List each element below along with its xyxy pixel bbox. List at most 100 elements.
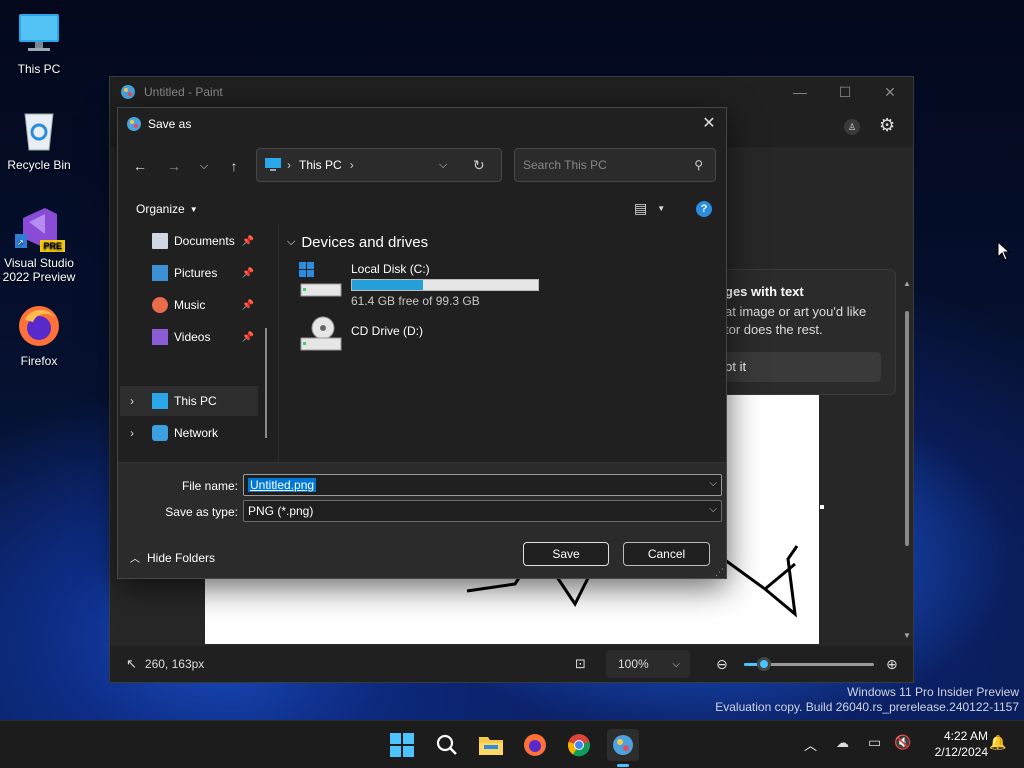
- desktop-icon-recycle-bin[interactable]: Recycle Bin: [1, 106, 77, 172]
- up-arrow-icon[interactable]: ↑: [220, 154, 248, 178]
- sidebar-item-label: Music: [174, 298, 206, 312]
- taskbar: ︿ ☁ ▭ 🔇 4:22 AM 2/12/2024 🔔: [0, 720, 1024, 768]
- close-button[interactable]: ✕: [867, 77, 913, 107]
- paint-taskbar-button[interactable]: [607, 729, 639, 767]
- cd-drive-icon: [300, 316, 342, 351]
- fit-to-window-icon[interactable]: ⊡: [575, 656, 586, 672]
- active-app-indicator: [617, 764, 629, 767]
- cursor-position: 260, 163px: [144, 657, 205, 671]
- clock[interactable]: 4:22 AM 2/12/2024: [918, 728, 988, 760]
- file-name-label: File name:: [181, 479, 238, 493]
- clock-date: 2/12/2024: [934, 745, 988, 759]
- refresh-icon[interactable]: ↻: [473, 157, 485, 174]
- maximize-button[interactable]: ☐: [822, 77, 868, 107]
- notification-bell-icon[interactable]: 🔔: [989, 734, 1006, 751]
- mouse-cursor-icon: [997, 241, 1011, 261]
- file-name-value: Untitled.png: [248, 478, 317, 492]
- pin-icon[interactable]: 📌: [242, 300, 254, 311]
- onedrive-icon[interactable]: ☁: [836, 735, 849, 751]
- sidebar-item-network[interactable]: › Network: [120, 418, 258, 448]
- zoom-slider[interactable]: [744, 657, 874, 671]
- breadcrumb-this-pc[interactable]: This PC: [299, 158, 342, 172]
- clock-time: 4:22 AM: [943, 729, 988, 743]
- sidebar-item-videos[interactable]: Videos 📌: [152, 322, 256, 352]
- pin-icon[interactable]: 📌: [242, 236, 254, 247]
- drive-cd-drive-d[interactable]: CD Drive (D:): [299, 316, 549, 360]
- forward-arrow-icon[interactable]: →: [160, 154, 188, 178]
- help-icon[interactable]: ?: [696, 201, 712, 217]
- save-options-panel: File name: Untitled.png ⌵ Save as type: …: [118, 462, 726, 578]
- zoom-slider-thumb[interactable]: [756, 657, 771, 671]
- tip-title: ges with text: [725, 284, 804, 299]
- desktop-icon-firefox[interactable]: Firefox: [1, 302, 77, 368]
- desktop-icon-visual-studio[interactable]: ↗ PRE Visual Studio 2022 Preview: [1, 204, 77, 284]
- chevron-down-icon: ⌵: [672, 658, 680, 670]
- music-icon: [152, 297, 168, 313]
- recent-locations-chevron-icon[interactable]: ⌵: [190, 154, 218, 178]
- desktop-icon-this-pc[interactable]: This PC: [1, 10, 77, 76]
- search-input[interactable]: Search This PC ⚲: [514, 148, 716, 182]
- close-icon[interactable]: ✕: [692, 108, 726, 138]
- vertical-scrollbar[interactable]: ▲ ▼: [903, 279, 911, 642]
- hide-folders-button[interactable]: ︿ Hide Folders: [130, 550, 216, 566]
- sidebar-item-documents[interactable]: Documents 📌: [152, 226, 256, 256]
- file-explorer-button[interactable]: [475, 729, 507, 761]
- account-icon[interactable]: ♙: [844, 119, 860, 135]
- navigation-pane-scrollbar[interactable]: [265, 328, 267, 438]
- windows-logo-icon: [390, 733, 414, 757]
- sidebar-item-pictures[interactable]: Pictures 📌: [152, 258, 256, 288]
- settings-gear-icon[interactable]: ⚙: [879, 115, 895, 136]
- search-button[interactable]: [431, 729, 463, 761]
- network-status-icon[interactable]: ▭: [868, 734, 881, 751]
- minimize-button[interactable]: —: [777, 77, 823, 107]
- zoom-value: 100%: [618, 657, 649, 671]
- preview-badge: PRE: [40, 240, 65, 252]
- canvas-resize-handle[interactable]: [820, 505, 824, 509]
- expand-chevron-icon[interactable]: ›: [130, 394, 144, 408]
- search-icon: [436, 734, 457, 755]
- this-pc-icon: [15, 10, 63, 58]
- resize-grip-icon[interactable]: ⋰: [715, 567, 724, 578]
- dialog-title: Save as: [148, 117, 192, 131]
- pin-icon[interactable]: 📌: [242, 332, 254, 343]
- firefox-taskbar-button[interactable]: [519, 729, 551, 761]
- address-bar[interactable]: › This PC › ⌵ ↻: [256, 148, 502, 182]
- view-grid-icon: ▤: [634, 200, 648, 216]
- pictures-icon: [152, 265, 168, 281]
- pin-icon[interactable]: 📌: [242, 268, 254, 279]
- paint-app-icon: [121, 85, 135, 99]
- zoom-dropdown[interactable]: 100% ⌵: [606, 650, 690, 678]
- hide-folders-label: Hide Folders: [147, 550, 216, 565]
- sidebar-item-this-pc[interactable]: › This PC: [120, 386, 258, 416]
- chevron-down-icon[interactable]: ⌵: [709, 478, 717, 489]
- address-history-chevron-icon[interactable]: ⌵: [439, 159, 447, 172]
- chrome-taskbar-button[interactable]: [563, 729, 595, 761]
- scroll-up-arrow-icon[interactable]: ▲: [903, 279, 911, 288]
- chrome-icon: [567, 734, 591, 757]
- dialog-title-bar[interactable]: Save as: [118, 108, 726, 140]
- drive-usage-bar: [351, 279, 539, 291]
- breadcrumb-separator-icon[interactable]: ›: [350, 158, 354, 172]
- file-name-input[interactable]: Untitled.png ⌵: [243, 474, 722, 496]
- scrollbar-thumb[interactable]: [905, 311, 909, 546]
- chevron-up-icon: ︿: [130, 554, 140, 565]
- cancel-button[interactable]: Cancel: [623, 542, 710, 566]
- group-header-devices[interactable]: ⌵ Devices and drives: [287, 234, 428, 251]
- zoom-out-icon[interactable]: ⊖: [716, 656, 728, 673]
- zoom-in-icon[interactable]: ⊕: [886, 656, 898, 673]
- view-options-button[interactable]: ▤ ▼: [634, 200, 665, 217]
- sidebar-item-music[interactable]: Music 📌: [152, 290, 256, 320]
- start-button[interactable]: [386, 729, 418, 761]
- save-button[interactable]: Save: [523, 542, 609, 566]
- expand-chevron-icon[interactable]: ›: [130, 426, 144, 440]
- save-as-type-select[interactable]: PNG (*.png) ⌵: [243, 500, 722, 522]
- tip-got-it-button[interactable]: Got it: [715, 352, 881, 382]
- drive-local-disk-c[interactable]: Local Disk (C:) 61.4 GB free of 99.3 GB: [299, 262, 549, 310]
- volume-muted-icon[interactable]: 🔇: [894, 734, 911, 751]
- back-arrow-icon[interactable]: ←: [126, 154, 154, 178]
- scroll-down-arrow-icon[interactable]: ▼: [903, 631, 911, 640]
- show-hidden-icons-chevron-icon[interactable]: ︿: [804, 735, 817, 754]
- sidebar-item-label: Videos: [174, 330, 211, 344]
- organize-button[interactable]: Organize ▼: [136, 202, 198, 216]
- save-as-type-value: PNG (*.png): [248, 504, 314, 518]
